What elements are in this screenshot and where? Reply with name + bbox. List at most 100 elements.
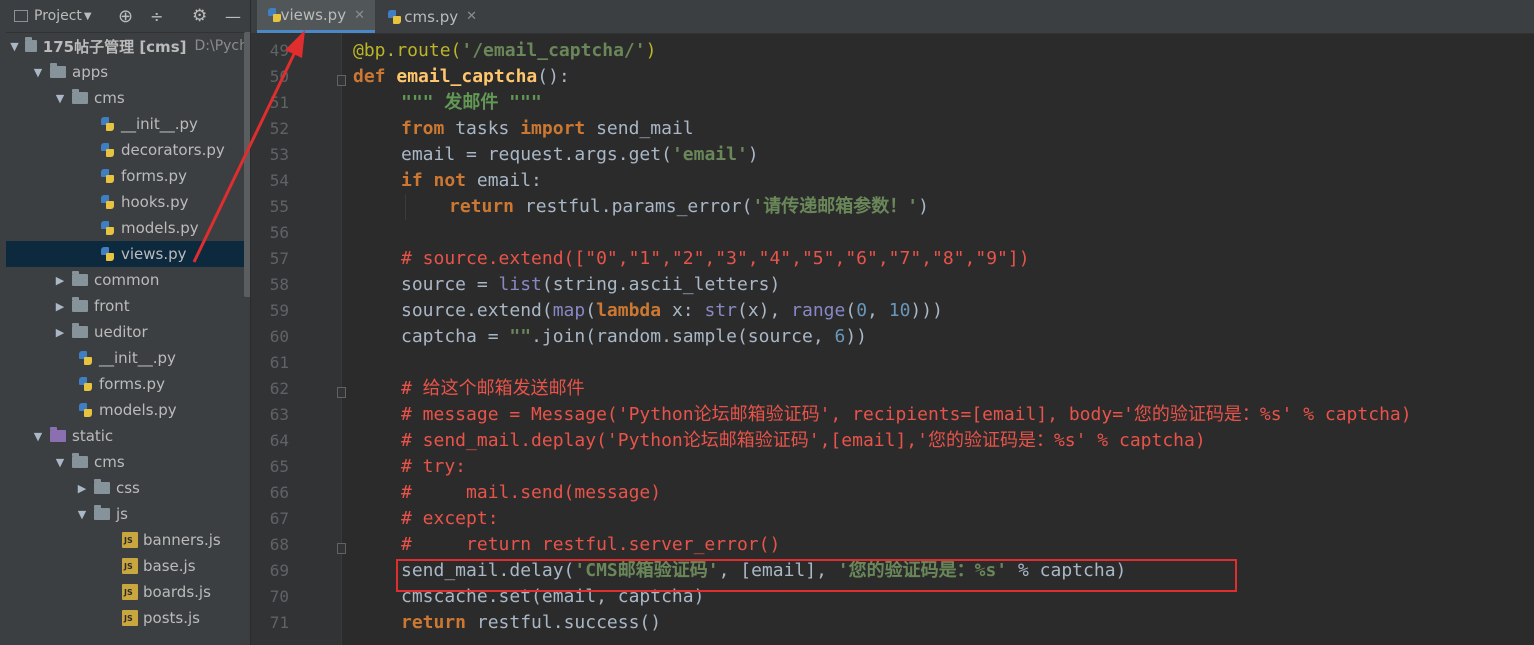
tree-item-models-py[interactable]: models.py — [6, 215, 250, 241]
expanded-arrow-icon: ▼ — [33, 65, 43, 79]
js-file-icon — [122, 610, 138, 626]
decorator: @bp.route( — [353, 40, 462, 61]
indent-guide — [405, 194, 406, 220]
folder-icon — [72, 453, 88, 468]
code-line-49: @bp.route('/email_captcha/') — [353, 38, 656, 64]
js-file-icon — [122, 532, 138, 548]
python-file-icon — [100, 246, 116, 262]
punctuation: , — [867, 300, 889, 321]
line-number: 63 — [269, 405, 289, 424]
keyword: return — [401, 612, 467, 633]
collapsed-arrow-icon: ▶ — [77, 481, 87, 495]
tree-item-apps-init-py[interactable]: __init__.py — [6, 345, 250, 371]
line-number: 51 — [269, 93, 289, 112]
python-file-icon — [387, 9, 402, 25]
tree-item-apps[interactable]: ▼ apps — [6, 59, 250, 85]
code-line-53: email = request.args.get('email') — [401, 142, 759, 168]
code-line-64: # send_mail.deplay('Python论坛邮箱验证码',[emai… — [401, 430, 1206, 451]
tree-item-label: ueditor — [94, 323, 148, 341]
code-text: email = request.args.get( — [401, 144, 672, 165]
keyword: lambda — [596, 300, 662, 321]
tree-item-decorators-py[interactable]: decorators.py — [6, 137, 250, 163]
tree-item-label: cms — [94, 453, 125, 471]
project-scrollbar[interactable] — [244, 32, 250, 297]
line-number: 68 — [269, 535, 289, 554]
punctuation: ( — [845, 300, 857, 321]
tree-item-front[interactable]: ▶ front — [6, 293, 250, 319]
project-view-selector[interactable]: Project ▼ — [14, 6, 92, 26]
fold-marker-icon[interactable] — [337, 75, 346, 86]
tree-item-label: models.py — [99, 401, 177, 419]
code-text: (x), — [736, 300, 792, 321]
expanded-arrow-icon: ▼ — [55, 91, 65, 105]
close-icon[interactable]: ✕ — [466, 9, 477, 24]
import-name: send_mail — [585, 118, 694, 139]
number-literal: 10 — [888, 300, 911, 321]
collapse-all-icon[interactable]: ÷ — [150, 6, 163, 26]
tree-item-ueditor[interactable]: ▶ ueditor — [6, 319, 250, 345]
code-line-63: # message = Message('Python论坛邮箱验证码', rec… — [401, 404, 1412, 425]
line-number: 70 — [269, 587, 289, 606]
gear-icon[interactable]: ⚙ — [192, 6, 207, 26]
hide-panel-icon[interactable]: — — [225, 6, 241, 26]
line-number-gutter: 49 50 51 52 53 54 55 56 57 58 59 60 61 6… — [251, 34, 346, 645]
tree-item-root[interactable]: ▼ 175帖子管理 [cms] D:\Pych — [6, 33, 248, 59]
tree-item-init-py[interactable]: __init__.py — [6, 111, 250, 137]
tree-item-css[interactable]: ▶ css — [6, 475, 250, 501]
line-number: 64 — [269, 431, 289, 450]
tab-cms-py[interactable]: cms.py ✕ — [377, 0, 487, 33]
python-file-icon — [100, 220, 116, 236]
keyword: import — [520, 118, 586, 139]
fold-marker-icon[interactable] — [337, 387, 346, 398]
line-number: 58 — [269, 275, 289, 294]
code-text: restful.success() — [466, 612, 662, 633]
builtin: list — [498, 274, 542, 295]
fold-marker-icon[interactable] — [337, 543, 346, 554]
tree-item-static-cms[interactable]: ▼ cms — [6, 449, 250, 475]
tree-item-static[interactable]: ▼ static — [6, 423, 250, 449]
close-icon[interactable]: ✕ — [354, 8, 365, 23]
tree-item-label: banners.js — [143, 531, 221, 549]
tree-item-apps-models-py[interactable]: models.py — [6, 397, 250, 423]
code-line-66: # mail.send(message) — [401, 482, 662, 503]
locate-icon[interactable]: ⊕ — [118, 6, 133, 27]
python-file-icon — [100, 142, 116, 158]
tree-item-base-js[interactable]: base.js — [6, 553, 250, 579]
line-number: 66 — [269, 483, 289, 502]
tree-item-label: boards.js — [143, 583, 211, 601]
tree-item-js[interactable]: ▼ js — [6, 501, 250, 527]
highlight-annotation-box — [396, 559, 1237, 592]
tree-item-label: posts.js — [143, 609, 200, 627]
line-number: 49 — [269, 41, 289, 60]
tree-item-apps-forms-py[interactable]: forms.py — [6, 371, 250, 397]
code-line-51: """ 发邮件 """ — [401, 92, 542, 113]
tree-item-hooks-py[interactable]: hooks.py — [6, 189, 250, 215]
tree-item-label: forms.py — [121, 167, 187, 185]
tree-item-boards-js[interactable]: boards.js — [6, 579, 250, 605]
tree-item-cms[interactable]: ▼ cms — [6, 85, 250, 111]
tree-item-forms-py[interactable]: forms.py — [6, 163, 250, 189]
folder-icon — [50, 427, 66, 442]
tab-views-py[interactable]: views.py ✕ — [257, 0, 375, 33]
tree-item-banners-js[interactable]: banners.js — [6, 527, 250, 553]
code-line-59: source.extend(map(lambda x: str(x), rang… — [401, 298, 943, 324]
code-line-71: return restful.success() — [401, 610, 661, 636]
tree-item-label: models.py — [121, 219, 199, 237]
tree-item-label: views.py — [121, 245, 187, 263]
tree-item-label: css — [116, 479, 140, 497]
code-line-67: # except: — [401, 508, 499, 529]
keyword: def — [353, 66, 397, 87]
code-text: captcha = — [401, 326, 510, 347]
code-line-55: return restful.params_error('请传递邮箱参数！') — [449, 194, 929, 220]
expanded-arrow-icon: ▼ — [33, 429, 43, 443]
line-number: 65 — [269, 457, 289, 476]
python-file-icon — [100, 194, 116, 210]
code-editor[interactable]: @bp.route('/email_captcha/') def email_c… — [353, 34, 1533, 645]
line-number: 50 — [269, 67, 289, 86]
python-file-icon — [100, 168, 116, 184]
tree-item-posts-js[interactable]: posts.js — [6, 605, 250, 631]
tree-item-views-py[interactable]: views.py — [6, 241, 250, 267]
tree-item-common[interactable]: ▶ common — [6, 267, 250, 293]
punctuation: )) — [845, 326, 868, 347]
keyword: return — [449, 196, 515, 217]
